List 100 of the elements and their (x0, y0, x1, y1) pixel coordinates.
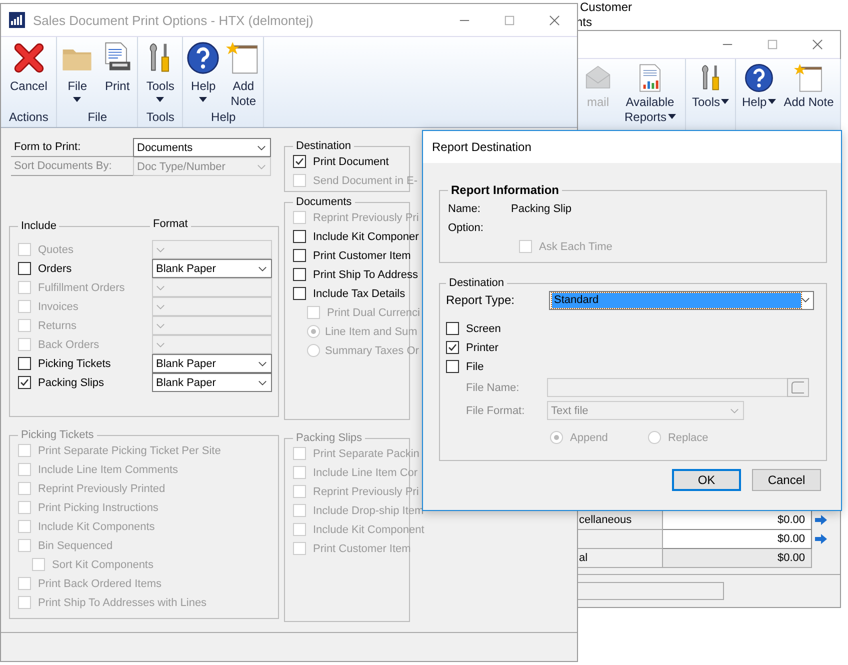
chevron-down-icon (257, 144, 266, 150)
option-label: Print Separate Packin (313, 448, 420, 460)
option-label: Include Line Item Cor (313, 466, 418, 478)
dialog-button[interactable]: Cancel (752, 469, 821, 491)
maximize-icon[interactable] (504, 14, 515, 26)
option-label: Printer (466, 342, 498, 354)
group-label: File (86, 110, 108, 126)
format-dropdown[interactable] (152, 278, 272, 297)
option-label: Include Kit Components (38, 520, 155, 532)
option-label: Screen (466, 322, 501, 334)
caret-down-icon (721, 99, 730, 104)
field-label: File Format: (466, 404, 526, 416)
checkbox[interactable] (18, 376, 31, 389)
group-label: Help (210, 110, 237, 126)
text-field[interactable] (577, 582, 724, 600)
checkbox[interactable] (293, 230, 306, 243)
option-label: Picking Tickets (38, 358, 111, 370)
toolbar-button[interactable]: Tools (688, 59, 734, 131)
format-dropdown[interactable] (152, 240, 272, 259)
close-icon[interactable] (549, 14, 560, 26)
arrow-right-icon[interactable] (814, 533, 828, 545)
group-label: Tools (145, 110, 176, 126)
chevron-down-icon (258, 266, 267, 272)
option-label: Print Separate Picking Ticket Per Site (38, 444, 221, 456)
note-icon (226, 41, 260, 75)
field-label: Report Type: (446, 293, 516, 307)
option-label: Send Document in E- (313, 174, 418, 186)
maximize-icon[interactable] (767, 39, 778, 50)
column-title: Format (150, 218, 191, 230)
toolbar-button[interactable]: Add Note (780, 59, 838, 131)
checkbox[interactable] (293, 268, 306, 281)
dialog-button[interactable]: OK (672, 469, 741, 491)
format-dropdown[interactable] (152, 297, 272, 316)
checkbox[interactable] (446, 322, 459, 335)
checkbox[interactable] (446, 360, 459, 373)
chevron-down-icon (156, 246, 165, 252)
dropdown[interactable]: Standard (549, 290, 814, 310)
toolbar-button[interactable]: Available Reports (617, 59, 683, 131)
caret-down-icon (156, 97, 164, 102)
checkbox[interactable] (18, 357, 31, 370)
checkbox[interactable] (293, 287, 306, 300)
amount-field[interactable]: $0.00 (663, 530, 812, 549)
option-label: File (466, 360, 484, 372)
option-label: Include Kit Componer (313, 230, 419, 242)
option-label: Reprint Previously Pri (313, 212, 419, 224)
option-label: Bin Sequenced (38, 540, 113, 552)
folder-button[interactable]: File (57, 37, 98, 102)
caret-down-icon (768, 99, 776, 104)
option-label: Line Item and Sum (325, 326, 418, 338)
option-label: Print Customer Item (313, 250, 411, 262)
chevron-down-icon (156, 284, 165, 290)
checkbox[interactable] (293, 249, 306, 262)
chevron-down-icon (156, 304, 165, 310)
group-title: Report Information (450, 183, 560, 197)
option-label: Ask Each Time (539, 240, 612, 252)
option-label: Reprint Previously Printed (38, 482, 166, 494)
caret-down-icon (73, 97, 82, 102)
format-dropdown[interactable]: Blank Paper (152, 259, 272, 278)
browse-icon[interactable] (787, 378, 809, 397)
checkbox[interactable] (293, 155, 306, 168)
option-label: Print Dual Currenci (327, 306, 420, 318)
note-button[interactable]: Add Note (223, 37, 264, 109)
caret-down-icon (668, 114, 676, 119)
arrow-right-icon[interactable] (814, 514, 828, 526)
option-label: Include Kit Component (313, 524, 424, 536)
format-dropdown[interactable] (152, 316, 272, 335)
selected-value: Standard (552, 292, 801, 308)
toolbar-button[interactable]: Help (738, 59, 780, 131)
amount-field: $0.00 (663, 549, 812, 568)
group-title: Destination (295, 140, 352, 152)
chevron-down-icon (258, 380, 267, 386)
caret-down-icon (199, 97, 208, 102)
checkbox[interactable] (446, 341, 459, 354)
option-label: Invoices (38, 300, 78, 312)
option-label: Include Drop-ship Item (313, 504, 424, 516)
option-label: Include Tax Details (313, 288, 406, 300)
format-dropdown[interactable]: Blank Paper (152, 373, 272, 392)
chevron-down-icon (156, 342, 165, 348)
format-dropdown[interactable]: Blank Paper (152, 354, 272, 373)
option-label: Orders (38, 262, 72, 274)
checkbox[interactable] (18, 262, 31, 275)
tools-button[interactable]: Tools (140, 37, 180, 102)
option-label: Back Orders (38, 338, 100, 350)
help-button[interactable]: Help (183, 37, 224, 109)
dialog-title: Report Destination (432, 140, 532, 154)
option-label: Print Picking Instructions (38, 502, 158, 514)
close-icon[interactable] (812, 39, 823, 50)
option-label: Print Back Ordered Items (38, 578, 162, 590)
field-label: Name: (448, 202, 482, 214)
amount-field[interactable]: $0.00 (663, 511, 812, 530)
cross-icon (12, 41, 46, 75)
group-label: Actions (8, 110, 50, 126)
field-label: File Name: (466, 382, 520, 394)
cancel-button[interactable]: Cancel (8, 37, 49, 94)
option-label: Summary Taxes Or (325, 344, 419, 356)
option-label: Reprint Previously Pri (313, 486, 419, 498)
format-dropdown[interactable] (152, 335, 272, 354)
print-button[interactable]: Print (97, 37, 138, 102)
chevron-down-icon (258, 360, 267, 366)
dropdown[interactable]: Documents (133, 138, 271, 157)
